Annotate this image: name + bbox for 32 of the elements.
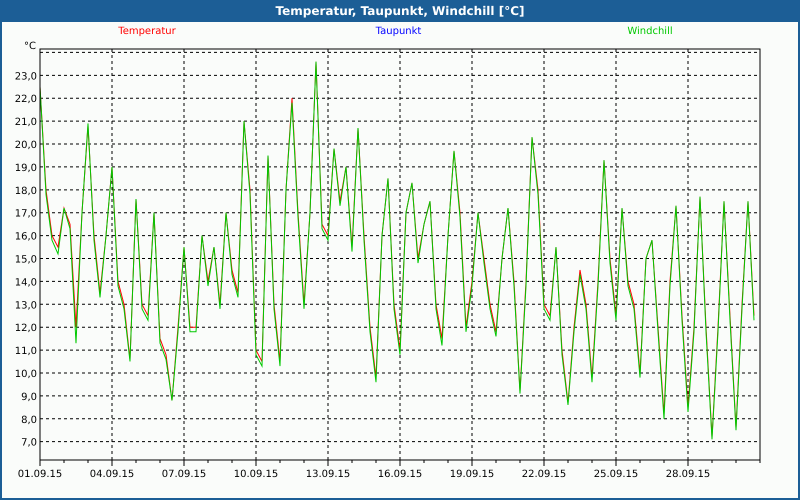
y-tick-label: 20,0 bbox=[14, 140, 37, 152]
legend-label: Windchill bbox=[627, 26, 673, 37]
y-tick-label: 11,0 bbox=[14, 346, 37, 358]
y-tick-label: 19,0 bbox=[14, 162, 37, 174]
y-tick-label: 22,0 bbox=[14, 94, 37, 106]
window-title: Temperatur, Taupunkt, Windchill [°C] bbox=[0, 0, 800, 22]
x-tick-label: 04.09.15 bbox=[90, 469, 134, 480]
y-tick-label: 14,0 bbox=[14, 277, 37, 288]
y-tick-label: 7,0 bbox=[21, 438, 37, 449]
x-tick-label: 19.09.15 bbox=[450, 469, 494, 480]
y-tick-label: 17,0 bbox=[14, 208, 37, 220]
legend-label: Temperatur bbox=[118, 26, 176, 37]
x-tick-label: 13.09.15 bbox=[306, 469, 350, 480]
y-tick-label: 9,0 bbox=[21, 392, 37, 403]
x-tick-label: 07.09.15 bbox=[162, 469, 206, 480]
y-tick-label: 15,0 bbox=[14, 254, 37, 266]
y-tick-label: 23,0 bbox=[14, 71, 37, 82]
y-tick-label: 21,0 bbox=[14, 117, 37, 128]
x-tick-label: 28.09.15 bbox=[666, 469, 710, 480]
x-tick-label: 10.09.15 bbox=[234, 469, 278, 480]
y-tick-label: 12,0 bbox=[14, 323, 37, 334]
y-tick-label: 8,0 bbox=[21, 414, 37, 426]
x-tick-label: 22.09.15 bbox=[522, 469, 566, 480]
x-tick-label: 01.09.15 bbox=[18, 469, 62, 480]
y-tick-label: 18,0 bbox=[14, 186, 37, 197]
x-tick-label: 16.09.15 bbox=[378, 469, 422, 480]
y-tick-label: 16,0 bbox=[14, 232, 37, 243]
x-tick-label: 25.09.15 bbox=[594, 469, 638, 480]
y-tick-label: 13,0 bbox=[14, 300, 37, 312]
y-tick-label: 10,0 bbox=[14, 369, 37, 380]
legend-label: Taupunkt bbox=[376, 26, 422, 37]
y-axis-unit: °C bbox=[24, 41, 36, 52]
